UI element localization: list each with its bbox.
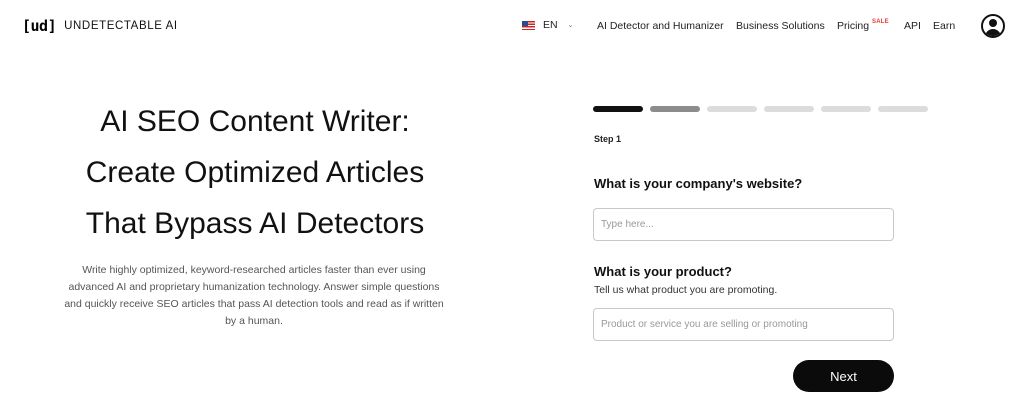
progress-segment-5 bbox=[821, 106, 871, 112]
us-flag-icon bbox=[522, 20, 535, 30]
title-line-2: Create Optimized Articles bbox=[85, 156, 425, 189]
progress-segment-4 bbox=[764, 106, 814, 112]
logo[interactable]: [ud] UNDETECTABLE AI bbox=[22, 17, 178, 35]
site-header: [ud] UNDETECTABLE AI EN ⌄ AI Detector an… bbox=[0, 0, 1024, 52]
step-progress-bar bbox=[593, 106, 928, 112]
nav-api[interactable]: API bbox=[904, 20, 921, 32]
progress-segment-1 bbox=[593, 106, 643, 112]
title-line-1: AI SEO Content Writer: bbox=[100, 105, 410, 138]
progress-segment-6 bbox=[878, 106, 928, 112]
language-code: EN bbox=[543, 19, 558, 31]
user-avatar-icon[interactable] bbox=[981, 14, 1005, 38]
progress-segment-3 bbox=[707, 106, 757, 112]
hero-description: Write highly optimized, keyword-research… bbox=[64, 264, 444, 327]
nav-ai-detector-humanizer[interactable]: AI Detector and Humanizer bbox=[597, 20, 724, 32]
progress-segment-2 bbox=[650, 106, 700, 112]
step-label: Step 1 bbox=[594, 134, 622, 144]
nav-business-solutions[interactable]: Business Solutions bbox=[736, 20, 825, 32]
sale-badge: SALE bbox=[872, 19, 889, 25]
nav-earn[interactable]: Earn bbox=[933, 20, 955, 32]
title-line-3: That Bypass AI Detectors bbox=[85, 207, 425, 240]
logo-text: UNDETECTABLE AI bbox=[64, 20, 178, 32]
website-input[interactable] bbox=[593, 208, 894, 241]
chevron-down-icon: ⌄ bbox=[567, 22, 574, 29]
nav-pricing[interactable]: Pricing bbox=[837, 20, 869, 32]
page-title: AI SEO Content Writer: Create Optimized … bbox=[40, 96, 470, 249]
logo-mark: [ud] bbox=[22, 17, 57, 35]
website-question: What is your company's website? bbox=[594, 176, 803, 191]
next-button[interactable]: Next bbox=[793, 360, 894, 392]
language-selector[interactable]: EN ⌄ bbox=[522, 19, 573, 31]
product-question: What is your product? bbox=[594, 264, 732, 279]
product-input[interactable] bbox=[593, 308, 894, 341]
product-hint: Tell us what product you are promoting. bbox=[594, 284, 778, 296]
